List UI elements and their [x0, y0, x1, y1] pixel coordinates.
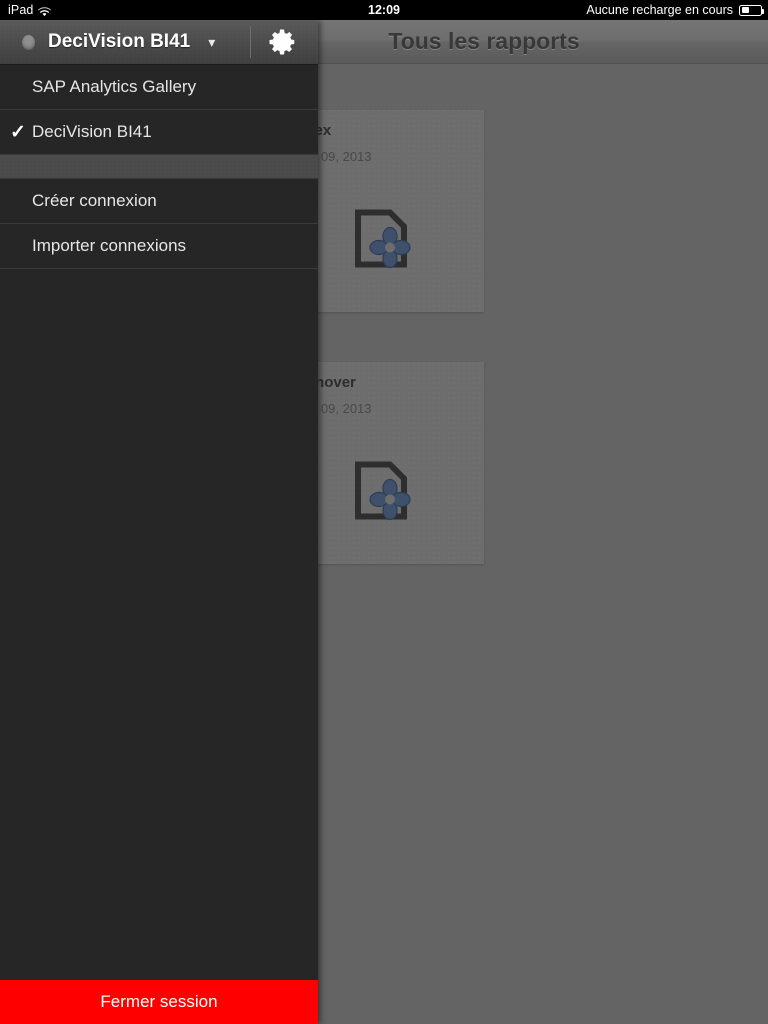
- sidebar-item-label: Importer connexions: [32, 236, 187, 255]
- document-placeholder-icon: [350, 209, 412, 280]
- logout-label: Fermer session: [100, 992, 218, 1011]
- logout-button[interactable]: Fermer session: [0, 980, 318, 1024]
- ios-status-bar: iPad 12:09 Aucune recharge en cours: [0, 0, 768, 20]
- active-connection-name: DeciVision BI41: [48, 31, 191, 52]
- card-title: Index: [292, 122, 470, 139]
- connections-sidebar: DeciVision BI41 ▾ SAP Analytics Gallery …: [0, 20, 318, 1024]
- status-dot-icon: [22, 34, 35, 50]
- sidebar-header[interactable]: DeciVision BI41 ▾: [0, 20, 318, 65]
- card-title: Turnover: [292, 374, 356, 391]
- sidebar-item-label: DeciVision BI41: [32, 122, 152, 141]
- charging-status: Aucune recharge en cours: [586, 3, 733, 17]
- status-right: Aucune recharge en cours: [586, 3, 764, 17]
- sidebar-item-label: Créer connexion: [32, 191, 157, 210]
- connections-menu: SAP Analytics Gallery ✓ DeciVision BI41 …: [0, 65, 318, 269]
- checkmark-icon: ✓: [10, 121, 26, 143]
- card-date: août 09, 2013: [292, 149, 372, 164]
- sidebar-item-decivision-bi41[interactable]: ✓ DeciVision BI41: [0, 110, 318, 155]
- battery-icon: [739, 4, 764, 16]
- menu-divider: [0, 155, 318, 179]
- document-placeholder-icon: [350, 461, 412, 532]
- header-divider: [250, 26, 251, 58]
- gear-icon[interactable]: [268, 27, 298, 57]
- screen: Tous les rapports PLUS ANCIEN - 5 élémen…: [0, 0, 768, 1024]
- sidebar-item-creer-connexion[interactable]: Créer connexion: [0, 179, 318, 224]
- card-date: août 09, 2013: [292, 401, 372, 416]
- sidebar-item-sap-analytics-gallery[interactable]: SAP Analytics Gallery: [0, 65, 318, 110]
- sidebar-item-label: SAP Analytics Gallery: [32, 77, 197, 96]
- sidebar-item-importer-connexions[interactable]: Importer connexions: [0, 224, 318, 269]
- chevron-down-icon[interactable]: ▾: [208, 34, 215, 51]
